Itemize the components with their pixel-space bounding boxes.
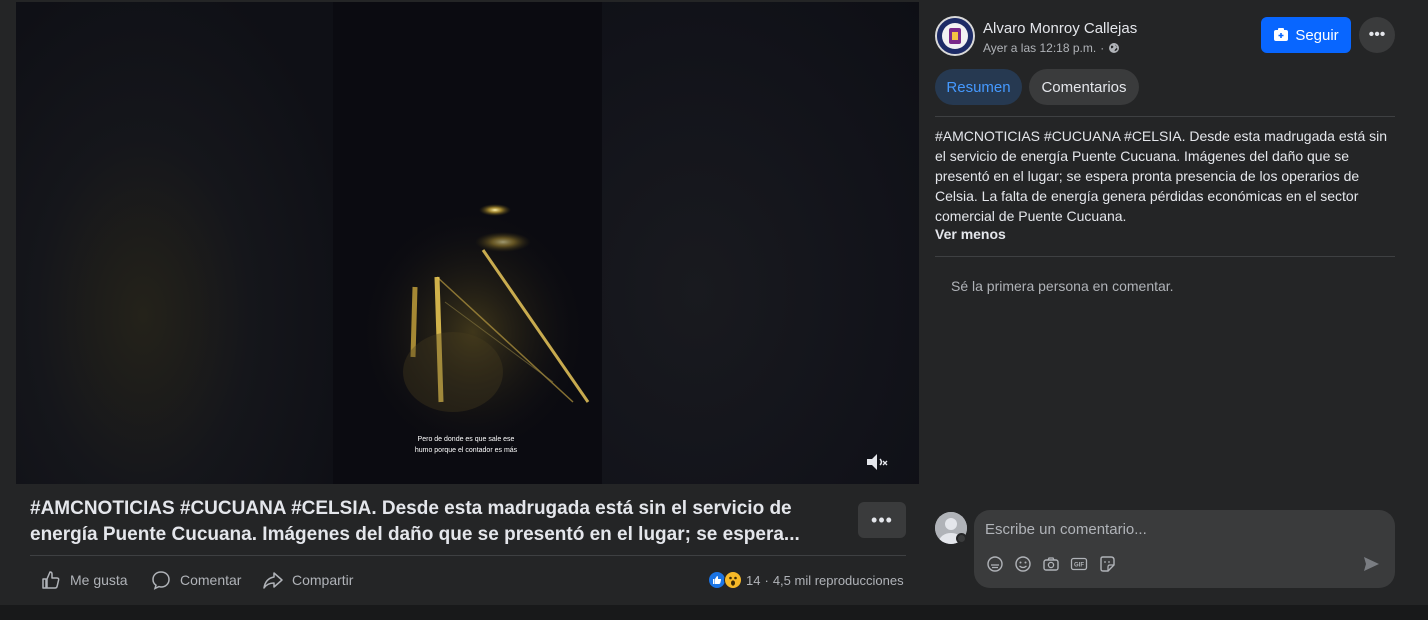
video-scene: [333, 2, 602, 484]
mute-icon[interactable]: [864, 450, 890, 474]
comment-input[interactable]: [985, 518, 1375, 540]
caption-line-2: humo porque el contador es más: [414, 447, 518, 454]
avatar-sticker-icon[interactable]: [986, 555, 1004, 573]
divider: [935, 116, 1395, 117]
video-blur-background-left: [16, 2, 333, 484]
comment-composer: GIF: [974, 510, 1395, 588]
empty-comments-message: Sé la primera persona en comentar.: [951, 278, 1174, 294]
svg-text:GIF: GIF: [1074, 563, 1084, 569]
see-less-link[interactable]: Ver menos: [935, 226, 1006, 242]
header-more-button[interactable]: •••: [1359, 17, 1395, 53]
post-description: #AMCNOTICIAS #CUCUANA #CELSIA. Desde est…: [935, 126, 1395, 226]
author-name[interactable]: Alvaro Monroy Callejas: [983, 20, 1137, 37]
thumbs-up-icon: [42, 571, 60, 589]
video-blur-background-right: [602, 2, 919, 484]
send-icon[interactable]: [1362, 555, 1380, 573]
follow-button[interactable]: Seguir: [1261, 17, 1351, 53]
reactions-count: 14: [746, 572, 761, 588]
camera-icon[interactable]: [1042, 555, 1060, 573]
video-frame: [333, 2, 602, 484]
stats-separator: ·: [764, 572, 769, 588]
author-avatar[interactable]: [935, 16, 975, 56]
views-count: 4,5 mil reproducciones: [772, 572, 904, 588]
video-panel: Pero de donde es que sale ese humo porqu…: [0, 0, 919, 605]
tab-resumen[interactable]: Resumen: [935, 69, 1022, 105]
post-title-line-1: #AMCNOTICIAS #CUCUANA #CELSIA. Desde est…: [30, 498, 792, 519]
globe-icon: [1109, 43, 1120, 53]
post-meta: Ayer a las 12:18 p.m. ·: [983, 41, 1120, 55]
comment-label: Comentar: [180, 572, 242, 588]
video-caption: Pero de donde es que sale ese humo porqu…: [346, 434, 586, 456]
sticker-icon[interactable]: [1098, 555, 1116, 573]
tab-comentarios[interactable]: Comentarios: [1029, 69, 1139, 105]
reaction-stats[interactable]: 14 · 4,5 mil reproducciones: [708, 569, 904, 591]
post-viewer: Pero de donde es que sale ese humo porqu…: [0, 0, 1428, 620]
page-bottom: [0, 605, 1428, 620]
post-title: #AMCNOTICIAS #CUCUANA #CELSIA. Desde est…: [30, 496, 830, 548]
wow-reaction-icon: [724, 571, 742, 589]
divider: [30, 555, 906, 556]
gif-icon[interactable]: GIF: [1070, 555, 1088, 573]
post-more-button[interactable]: •••: [858, 502, 906, 538]
post-time[interactable]: Ayer a las 12:18 p.m.: [983, 41, 1096, 55]
divider: [935, 256, 1395, 257]
follow-icon: [1274, 28, 1289, 41]
status-indicator: [956, 533, 967, 544]
share-button[interactable]: Compartir: [262, 566, 353, 594]
like-label: Me gusta: [70, 572, 128, 588]
caption-line-1: Pero de donde es que sale ese: [417, 436, 515, 443]
follow-label: Seguir: [1295, 26, 1339, 44]
like-button[interactable]: Me gusta: [40, 566, 128, 594]
share-label: Compartir: [292, 572, 354, 588]
post-title-line-2: energía Puente Cucuana. Imágenes del dañ…: [30, 524, 800, 545]
comment-button[interactable]: Comentar: [150, 566, 241, 594]
comment-icon: [152, 571, 170, 590]
emoji-icon[interactable]: [1014, 555, 1032, 573]
meta-separator: ·: [1100, 41, 1105, 55]
video-player[interactable]: Pero de donde es que sale ese humo porqu…: [16, 2, 919, 484]
description-hashtags[interactable]: #AMCNOTICIAS #CUCUANA #CELSIA.: [935, 128, 1186, 144]
share-icon: [263, 572, 283, 589]
composer-toolbar: GIF: [986, 555, 1116, 573]
